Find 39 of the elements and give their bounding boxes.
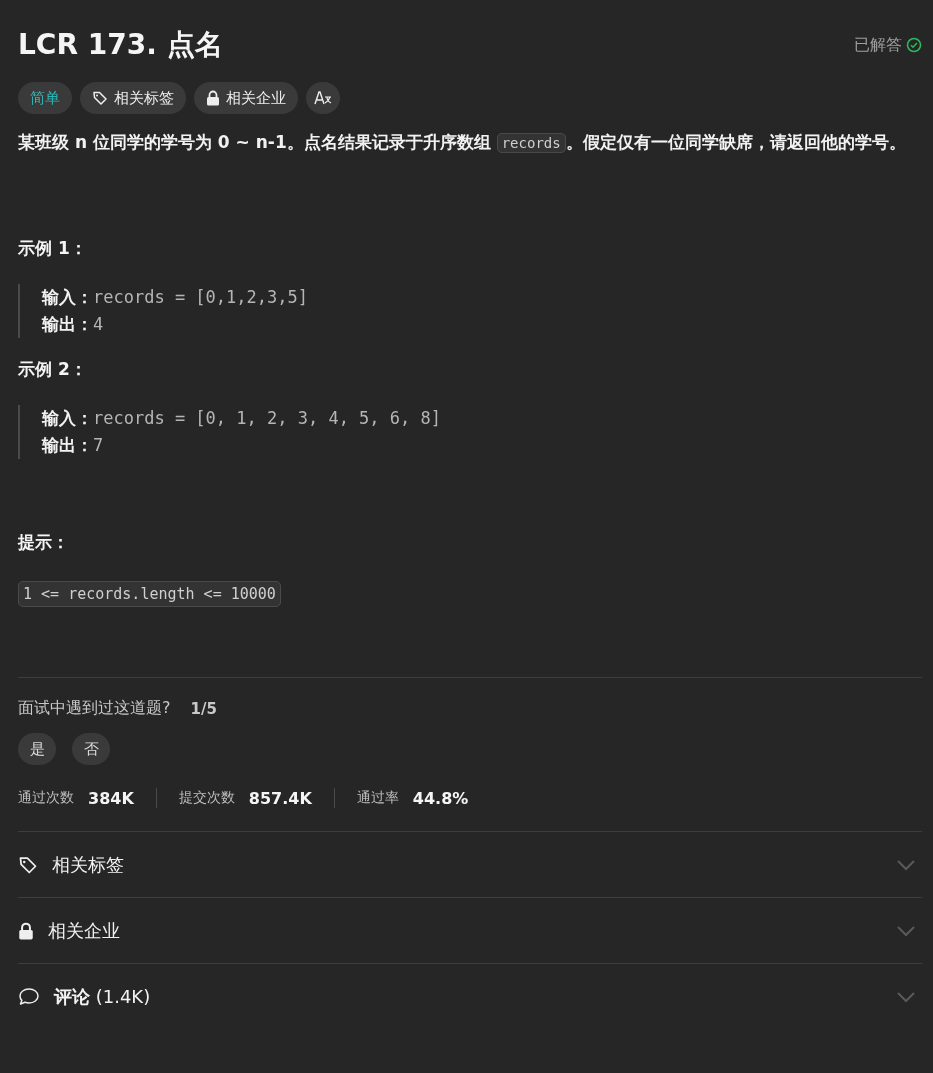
stat-label: 通过率	[356, 789, 399, 807]
example-heading: 示例 2：	[18, 358, 88, 381]
lock-icon	[18, 921, 34, 940]
problem-title: LCR 173. 点名	[18, 27, 223, 63]
companies-button[interactable]: 相关企业	[194, 82, 298, 114]
accordion-row[interactable]: 评论 (1.4K)	[18, 964, 922, 1029]
translate-button[interactable]	[306, 82, 340, 114]
example-value: records = [0,1,2,3,5]	[93, 287, 308, 307]
inline-code: records	[496, 133, 566, 153]
constraint-code: 1 <= records.length <= 10000	[18, 581, 281, 607]
problem-description: 某班级 n 位同学的学号为 0 ~ n-1。点名结果记录于升序数组 records 。假定仅有一位同学缺席，请返回他的学号。	[18, 131, 907, 155]
hints-heading: 提示：	[18, 531, 70, 554]
stat-value: 384K	[88, 788, 134, 808]
speech-bubble-icon	[18, 986, 40, 1007]
solved-status: 已解答	[854, 34, 902, 56]
topics-button[interactable]: 相关标签	[80, 82, 186, 114]
example-label: 输出：	[42, 435, 93, 455]
stat-label: 提交次数	[178, 789, 235, 807]
example-label: 输入：	[42, 287, 93, 307]
example-value: records = [0, 1, 2, 3, 4, 5, 6, 8]	[93, 408, 441, 428]
example-value: 7	[93, 435, 104, 455]
tag-icon	[92, 90, 108, 106]
accordion-row[interactable]: 相关企业	[18, 898, 922, 963]
difficulty-tag[interactable]: 简单	[18, 82, 72, 114]
stat-value: 857.4K	[248, 788, 312, 808]
example-value: 4	[93, 314, 104, 334]
interview-question: 面试中遇到过这道题?	[18, 698, 171, 719]
accordion-row[interactable]: 相关标签	[18, 832, 922, 897]
stat-label: 通过次数	[18, 789, 74, 807]
example-heading: 示例 1：	[18, 237, 88, 260]
lock-icon	[206, 90, 220, 106]
answer-option-button[interactable]: 是	[18, 733, 56, 765]
example-label: 输出：	[42, 314, 93, 334]
stat-value: 44.8%	[412, 788, 469, 808]
example-label: 输入：	[42, 408, 93, 428]
tag-icon	[18, 854, 38, 875]
translate-icon	[314, 90, 332, 106]
answer-option-button[interactable]: 否	[72, 733, 110, 765]
vote-count: 1/5	[190, 699, 217, 718]
